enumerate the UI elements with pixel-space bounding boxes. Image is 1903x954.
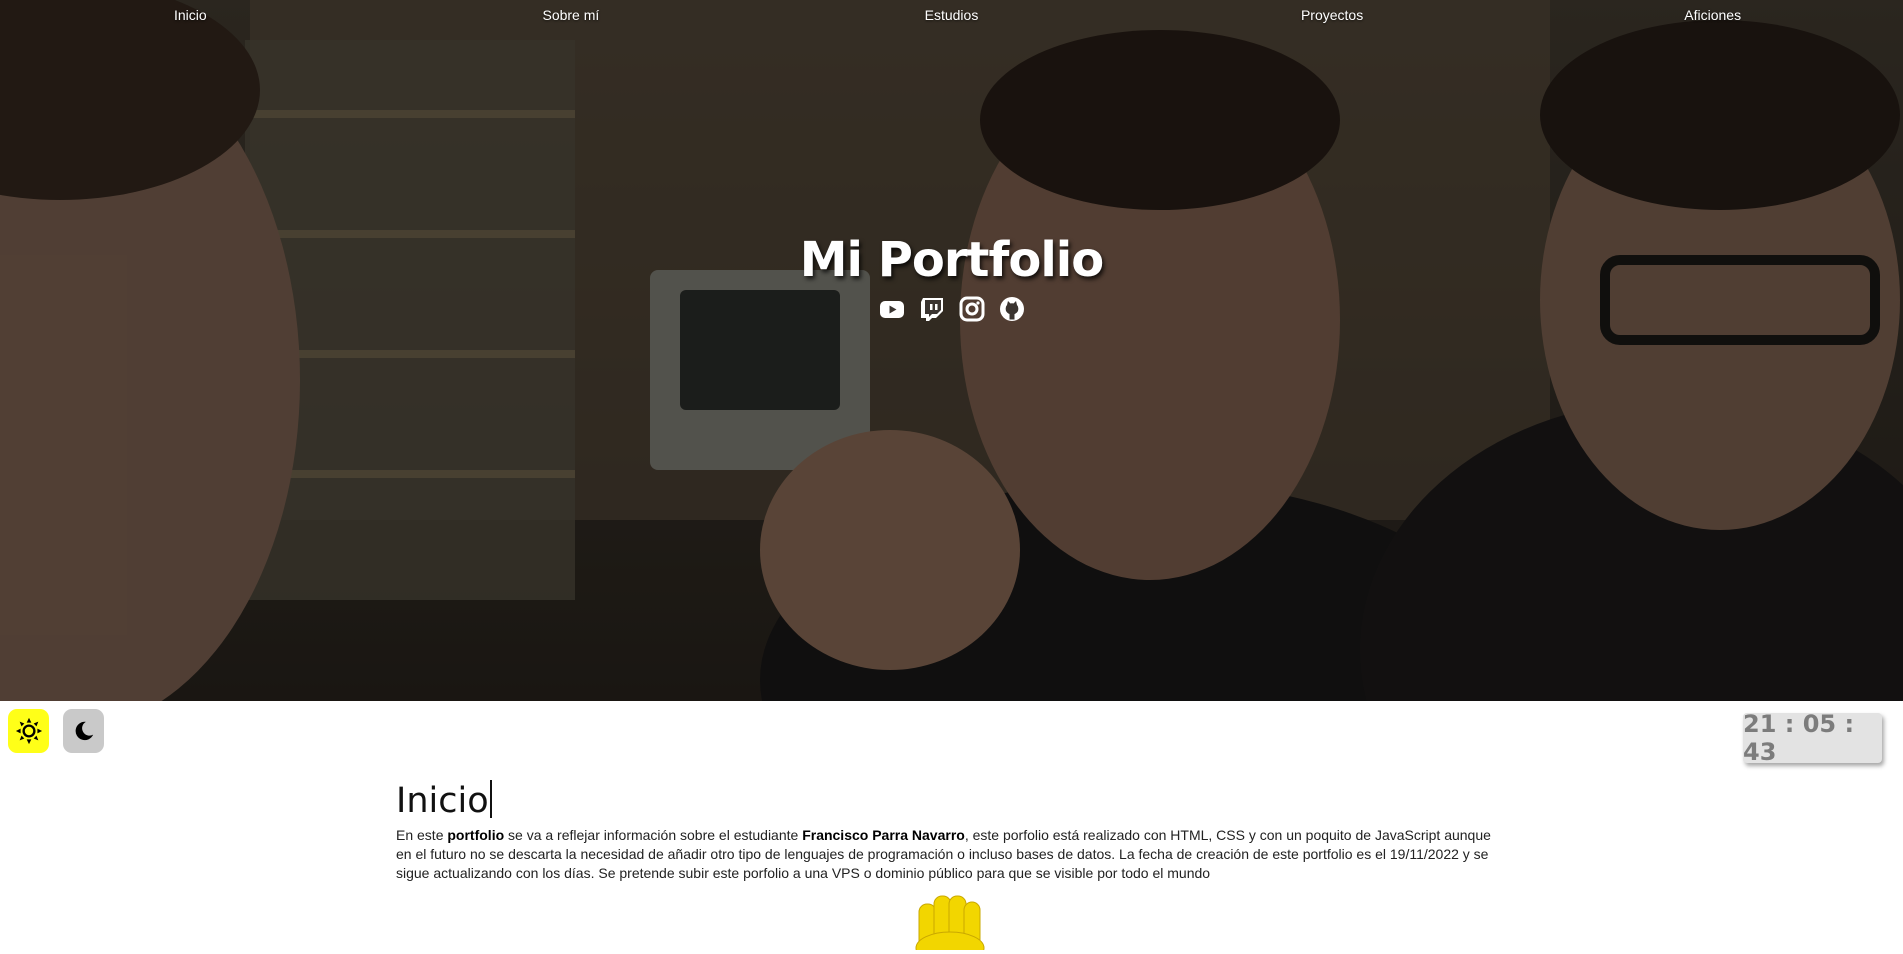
youtube-icon[interactable]	[879, 296, 905, 322]
nav-item-proyectos[interactable]: Proyectos	[1232, 7, 1432, 23]
desc-text-1: En este	[396, 827, 448, 843]
social-links	[0, 296, 1903, 322]
hero-title: Mi Portfolio	[799, 232, 1104, 288]
dark-theme-button[interactable]	[63, 709, 104, 753]
top-nav: Inicio Sobre mí Estudios Proyectos Afici…	[0, 0, 1903, 30]
hero-banner	[0, 0, 1903, 701]
sun-icon	[15, 717, 42, 745]
instagram-icon[interactable]	[959, 296, 985, 322]
nav-item-sobre-mi[interactable]: Sobre mí	[471, 7, 671, 23]
nav-item-estudios[interactable]: Estudios	[851, 7, 1051, 23]
text-caret	[489, 780, 492, 818]
nav-item-aficiones[interactable]: Aficiones	[1613, 7, 1813, 23]
inicio-section: Inicio En este portfolio se va a refleja…	[396, 776, 1506, 883]
section-description: En este portfolio se va a reflejar infor…	[396, 826, 1506, 883]
digital-clock: 21 : 05 : 43	[1743, 710, 1882, 766]
nav-item-inicio[interactable]: Inicio	[90, 7, 290, 23]
desc-text-2: se va a reflejar información sobre el es…	[504, 827, 803, 843]
github-icon[interactable]	[999, 296, 1025, 322]
waving-hand-icon	[905, 890, 995, 954]
twitch-icon[interactable]	[919, 296, 945, 322]
light-theme-button[interactable]	[8, 709, 49, 753]
section-heading-text: Inicio	[396, 781, 489, 821]
desc-bold-name: Francisco Parra Navarro	[802, 827, 965, 843]
section-heading: Inicio	[396, 776, 1506, 826]
desc-bold-portfolio: portfolio	[447, 827, 505, 843]
moon-icon	[75, 721, 93, 741]
